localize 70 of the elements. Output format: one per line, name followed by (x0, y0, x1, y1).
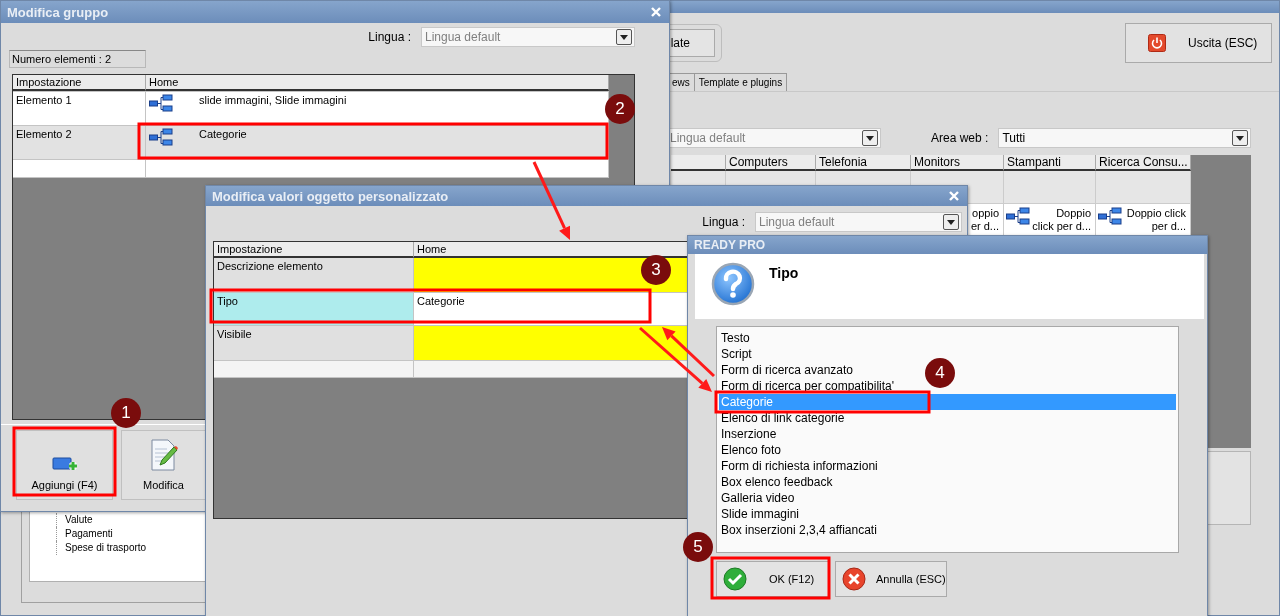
list-item[interactable]: Form di richiesta informazioni (719, 458, 878, 474)
list-item[interactable]: Elenco foto (719, 442, 782, 458)
column-header: Computers (726, 155, 816, 171)
check-icon (723, 567, 747, 591)
column-header: Stampanti (1004, 155, 1096, 171)
exit-button[interactable]: Uscita (ESC) (1125, 23, 1272, 63)
count-field: Numero elementi : 2 (9, 50, 146, 68)
table-cell: Elemento 1 (13, 92, 146, 125)
hierarchy-icon (149, 94, 173, 112)
add-icon (51, 457, 78, 471)
tree-item[interactable]: Valute (56, 513, 93, 527)
column-header: Monitors (911, 155, 1004, 171)
cancel-icon (842, 567, 866, 591)
ok-button[interactable]: OK (F12) (716, 561, 829, 597)
list-item[interactable]: Testo (719, 330, 750, 346)
close-button[interactable] (947, 189, 961, 203)
caret-icon (1236, 135, 1244, 141)
table-cell: Elemento 2 (13, 126, 146, 159)
list-item[interactable]: Galleria video (719, 490, 795, 506)
table-cell[interactable]: Visibile (214, 326, 414, 360)
question-icon (711, 262, 755, 306)
dropdown[interactable]: Lingua default (421, 27, 635, 47)
tree-item[interactable]: Spese di trasporto (56, 541, 147, 555)
tab[interactable]: Template e plugins (694, 73, 788, 91)
field-label: Lingua : (368, 30, 411, 44)
list-item[interactable]: Box inserzioni 2,3,4 affiancati (719, 522, 877, 538)
edit-icon (149, 439, 178, 471)
dropdown[interactable]: Tutti (998, 128, 1251, 148)
field-label: Lingua : (702, 215, 745, 229)
table-row[interactable]: Elemento 1 slide immagini, Slide immagini (13, 92, 609, 126)
dialog-heading: Tipo (769, 265, 799, 281)
column-header: Home (146, 75, 609, 91)
cell-text: slide immagini, Slide immagini (199, 94, 347, 106)
cell-text: Categorie (199, 128, 247, 140)
hierarchy-icon (1006, 207, 1030, 225)
list-item[interactable]: Form di ricerca avanzato (719, 362, 854, 378)
annotation-arrow (662, 327, 716, 378)
table-cell[interactable]: Descrizione elemento (214, 258, 414, 292)
caret-icon (947, 219, 955, 225)
column-header: Impostazione (214, 242, 414, 258)
cell-text: Doppio click per d... (1125, 207, 1186, 233)
list-item[interactable]: Box elenco feedback (719, 474, 833, 490)
field-label: Area web : (931, 131, 989, 145)
list-item[interactable]: Form di ricerca per compatibilita' (719, 378, 894, 394)
table-row[interactable]: Elemento 2 Categorie (13, 126, 609, 160)
add-button[interactable]: Aggiungi (F4) (16, 430, 113, 500)
column-header: Telefonia (816, 155, 911, 171)
close-button[interactable] (649, 5, 663, 19)
column-header: Impostazione (13, 75, 146, 91)
list-item[interactable]: Script (719, 346, 752, 362)
window-title: Modifica valori oggetto personalizzato (212, 188, 449, 204)
window-title: READY PRO (694, 238, 766, 252)
power-icon (1148, 34, 1166, 52)
cell-text: oppio er d... (969, 207, 999, 233)
hierarchy-icon (1098, 207, 1122, 225)
dropdown[interactable]: Lingua default (669, 128, 881, 148)
window-title: Modifica gruppo (7, 4, 109, 20)
caret-icon (866, 135, 874, 141)
caret-icon (620, 34, 628, 40)
tree-item[interactable]: Pagamenti (56, 527, 113, 541)
column-header: Ricerca Consu... (1096, 155, 1191, 171)
list-item[interactable]: Slide immagini (719, 506, 800, 522)
edit-button[interactable]: Modifica (121, 430, 206, 500)
hierarchy-icon (149, 128, 173, 146)
list-item[interactable]: Inserzione (719, 426, 777, 442)
list-item[interactable]: Elenco di link categorie (719, 410, 845, 426)
cell-text: Doppio click per d... (1032, 207, 1091, 233)
column-header (671, 155, 726, 171)
dropdown[interactable]: Lingua default (755, 212, 962, 232)
cancel-button[interactable]: Annulla (ESC) (835, 561, 947, 597)
